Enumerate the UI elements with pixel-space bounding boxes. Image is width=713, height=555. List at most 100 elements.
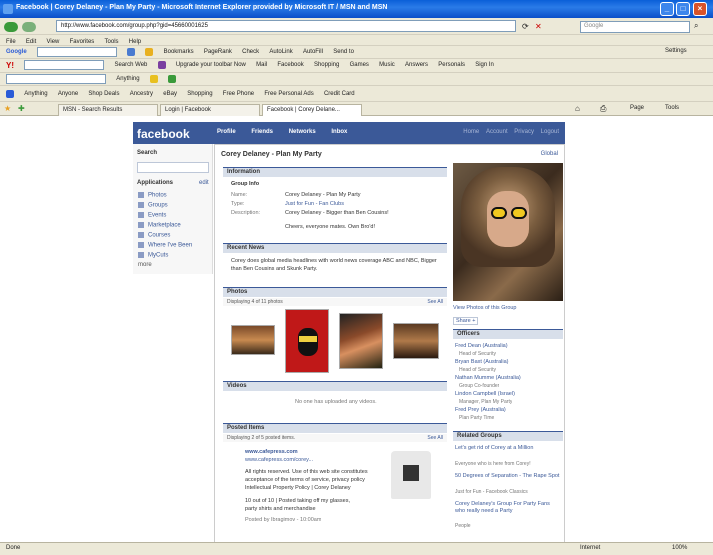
- yahoo-item-mail[interactable]: Mail: [256, 62, 267, 68]
- google-search-input[interactable]: [36, 47, 117, 57]
- nav-inbox[interactable]: Inbox: [331, 129, 347, 135]
- tools-menu[interactable]: Tools: [665, 105, 679, 111]
- fb-search-input[interactable]: [137, 162, 209, 173]
- app-events[interactable]: Events: [138, 212, 166, 219]
- tab-login[interactable]: Login | Facebook: [160, 104, 260, 116]
- nav-networks[interactable]: Networks: [289, 129, 316, 135]
- tshirt-icon[interactable]: [391, 451, 431, 499]
- nav-account[interactable]: Account: [486, 129, 508, 135]
- home-icon[interactable]: ⌂: [575, 104, 580, 113]
- forward-icon[interactable]: [22, 22, 36, 32]
- link-shop-deals[interactable]: Shop Deals: [88, 91, 119, 97]
- app-mycuts[interactable]: MyCuts: [138, 252, 168, 259]
- link-anyone[interactable]: Anyone: [58, 91, 78, 97]
- google-item-check[interactable]: Check: [242, 49, 259, 55]
- link-shopping[interactable]: Shopping: [187, 91, 212, 97]
- related-group-title[interactable]: Corey Delaney's Group For Party Fans who…: [455, 501, 561, 515]
- photo-thumbnail[interactable]: [285, 309, 329, 373]
- app-marketplace[interactable]: Marketplace: [138, 222, 181, 229]
- officer-name[interactable]: Bryan Baxt (Australia): [455, 359, 509, 365]
- menu-tools[interactable]: Tools: [105, 39, 119, 45]
- app-where-ive-been[interactable]: Where I've Been: [138, 242, 192, 249]
- google-item-autofill[interactable]: AutoFill: [303, 49, 323, 55]
- link-personal-ads[interactable]: Free Personal Ads: [264, 91, 313, 97]
- photos-see-all[interactable]: See All: [427, 299, 443, 305]
- nav-logout[interactable]: Logout: [541, 129, 559, 135]
- menu-favorites[interactable]: Favorites: [70, 39, 95, 45]
- yahoo-search-input[interactable]: [24, 60, 105, 70]
- global-link[interactable]: Global: [541, 151, 558, 157]
- links-search-input[interactable]: [6, 74, 106, 84]
- photo-thumbnail[interactable]: [231, 325, 275, 355]
- profile-photo[interactable]: [453, 163, 563, 301]
- related-group-title[interactable]: Let's get rid of Corey at a Million: [455, 445, 561, 452]
- app-courses[interactable]: Courses: [138, 232, 170, 239]
- view-photos-link[interactable]: View Photos of this Group: [453, 305, 517, 311]
- yahoo-item-signin[interactable]: Sign In: [475, 62, 494, 68]
- facebook-logo[interactable]: facebook: [137, 127, 190, 141]
- link-free-phone[interactable]: Free Phone: [223, 91, 254, 97]
- app-photos[interactable]: Photos: [138, 192, 167, 199]
- menu-help[interactable]: Help: [129, 39, 141, 45]
- yahoo-item-music[interactable]: Music: [379, 62, 395, 68]
- officer-name[interactable]: Fred Dean (Australia): [455, 343, 508, 349]
- search-box[interactable]: Google: [580, 21, 690, 33]
- tab-facebook[interactable]: Facebook | Corey Delane...: [262, 104, 362, 116]
- yahoo-item-personals[interactable]: Personals: [438, 62, 465, 68]
- officer-name[interactable]: Nathan Mumme (Australia): [455, 375, 521, 381]
- link-ancestry[interactable]: Ancestry: [130, 91, 153, 97]
- yahoo-item-answers[interactable]: Answers: [405, 62, 428, 68]
- field-type-value[interactable]: Just for Fun - Fan Clubs: [285, 201, 344, 207]
- officer-name[interactable]: Fred Prey (Australia): [455, 407, 506, 413]
- nav-privacy[interactable]: Privacy: [514, 129, 534, 135]
- address-input[interactable]: http://www.facebook.com/group.php?gid=45…: [56, 20, 516, 32]
- link-ebay[interactable]: eBay: [163, 91, 177, 97]
- star-icon[interactable]: [145, 48, 154, 56]
- back-icon[interactable]: [4, 22, 18, 32]
- google-item-autolink[interactable]: AutoLink: [269, 49, 292, 55]
- nav-profile[interactable]: Profile: [217, 129, 236, 135]
- nav-home[interactable]: Home: [463, 129, 479, 135]
- search-go-icon[interactable]: ⌕: [694, 21, 698, 31]
- photo-thumbnail[interactable]: [393, 323, 439, 359]
- yahoo-search-button[interactable]: Search Web: [114, 62, 147, 68]
- link-credit-card[interactable]: Credit Card: [324, 91, 355, 97]
- officer-name[interactable]: Lindon Campbell (Israel): [455, 391, 515, 397]
- yahoo-item-shopping[interactable]: Shopping: [314, 62, 339, 68]
- posted-link[interactable]: www.cafepress.com: [245, 449, 298, 455]
- menu-view[interactable]: View: [46, 39, 59, 45]
- print-icon[interactable]: ⎙: [600, 104, 606, 114]
- posted-link-sub[interactable]: www.cafepress.com/corey...: [245, 457, 313, 463]
- google-item-sendto[interactable]: Send to: [333, 49, 354, 55]
- google-settings[interactable]: Settings: [665, 48, 687, 54]
- posted-see-all[interactable]: See All: [427, 435, 443, 441]
- tab-msn[interactable]: MSN - Search Results: [58, 104, 158, 116]
- refresh-icon[interactable]: ⟳: [522, 22, 529, 31]
- yahoo-item-games[interactable]: Games: [350, 62, 369, 68]
- app-groups[interactable]: Groups: [138, 202, 168, 209]
- menu-file[interactable]: File: [6, 39, 16, 45]
- minimize-button[interactable]: _: [660, 2, 674, 16]
- close-button[interactable]: ×: [693, 2, 707, 16]
- nav-friends[interactable]: Friends: [251, 129, 273, 135]
- page-menu[interactable]: Page: [630, 105, 644, 111]
- zoom-level[interactable]: 100%: [672, 545, 687, 551]
- google-go-icon[interactable]: [127, 48, 136, 56]
- yahoo-item-facebook[interactable]: Facebook: [277, 62, 303, 68]
- share-button[interactable]: Share +: [453, 317, 479, 325]
- related-group-title[interactable]: 50 Degrees of Separation - The Rape Spot: [455, 473, 561, 480]
- links-item-anything[interactable]: Anything: [116, 76, 139, 82]
- photo-thumbnail[interactable]: [339, 313, 383, 369]
- link-anything[interactable]: Anything: [24, 91, 47, 97]
- stop-icon[interactable]: ✕: [535, 22, 542, 31]
- add-favorite-icon[interactable]: ✚: [18, 104, 25, 113]
- yahoo-icon[interactable]: [157, 61, 166, 69]
- google-item-pagerank[interactable]: PageRank: [204, 49, 232, 55]
- google-item-bookmarks[interactable]: Bookmarks: [164, 49, 194, 55]
- applications-edit[interactable]: edit: [199, 180, 209, 186]
- folder-icon[interactable]: [149, 75, 158, 83]
- maximize-button[interactable]: □: [676, 2, 690, 16]
- favorites-star-icon[interactable]: ★: [4, 104, 11, 113]
- yahoo-item-upgrade[interactable]: Upgrade your toolbar Now: [176, 62, 246, 68]
- arrow-icon[interactable]: [168, 75, 177, 83]
